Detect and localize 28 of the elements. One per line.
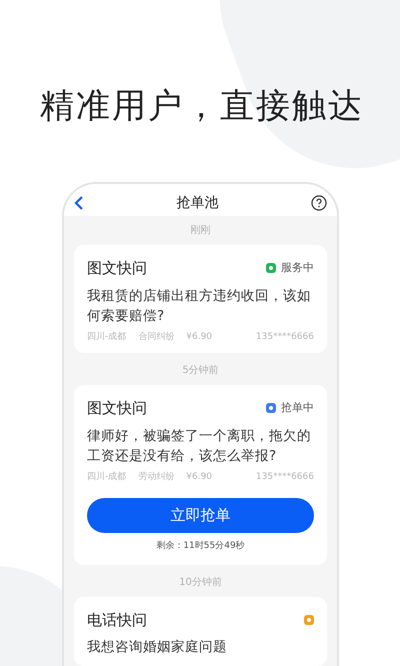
order-card[interactable]: 图文快问 抢单中 律师好，被骗签了一个离职，拖欠的工资还是没有给，该怎么举报? 四川-成都 劳动纠纷 ¥6.90 135****6666 立即抢单 剩余：11时55分49秒	[74, 385, 327, 564]
order-type: 电话快问	[87, 610, 147, 630]
time-label: 5分钟前	[182, 364, 219, 378]
price-text: ¥6.90	[186, 330, 212, 344]
headline: 精准用户，直接触达	[40, 85, 365, 128]
phone-text: 135****6666	[256, 470, 314, 484]
category-text: 劳动纠纷	[138, 470, 174, 484]
order-card[interactable]: 图文快问 服务中 我租赁的店铺出租方违约收回，该如何索要赔偿? 四川-成都 合同纠纷 ¥6.90 135****6666	[74, 245, 327, 353]
question-text: 我想咨询婚姻家庭问题	[87, 638, 228, 657]
nav-title: 抢单池	[176, 194, 218, 212]
time-label: 10分钟前	[179, 576, 222, 590]
phone-text: 135****6666	[256, 330, 314, 344]
time-label: 刚刚	[190, 224, 210, 238]
question-text: 律师好，被骗签了一个离职，拖欠的工资还是没有给，该怎么举报?	[87, 426, 312, 466]
order-type: 图文快问	[87, 258, 147, 279]
location-text: 四川-成都	[87, 470, 126, 484]
help-icon[interactable]	[311, 195, 327, 211]
question-text: 我租赁的店铺出租方违约收回，该如何索要赔偿?	[87, 286, 312, 326]
status-label: 抢单中	[281, 400, 314, 416]
order-type: 图文快问	[87, 398, 147, 419]
order-card[interactable]: 电话快问 我想咨询婚姻家庭问题	[74, 596, 327, 666]
back-icon[interactable]	[74, 195, 84, 211]
grab-order-button[interactable]: 立即抢单	[87, 498, 314, 533]
price-text: ¥6.90	[186, 470, 212, 484]
location-text: 四川-成都	[87, 330, 126, 344]
status-label: 服务中	[281, 260, 314, 276]
remaining-time: 剩余：11时55分49秒	[156, 540, 245, 553]
category-text: 合同纠纷	[138, 330, 174, 344]
